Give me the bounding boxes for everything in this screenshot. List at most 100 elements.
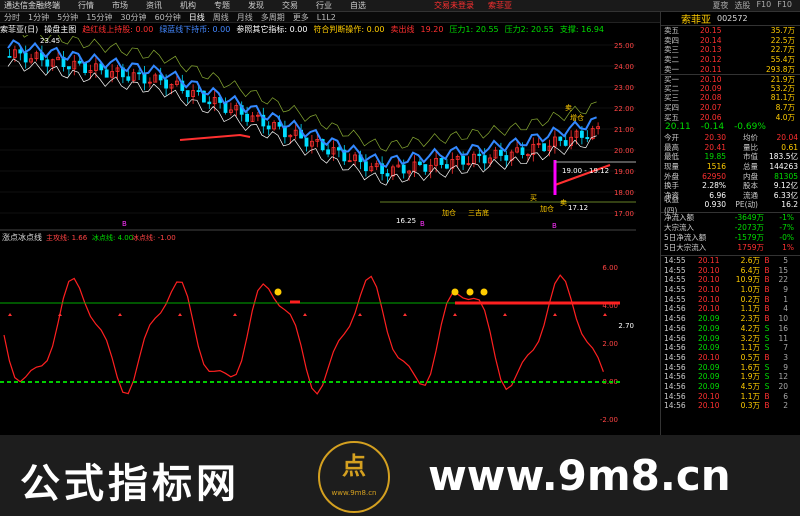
orderbook-row[interactable]: 卖一 20.11 293.8万 — [661, 64, 800, 74]
candle-body — [439, 158, 444, 165]
candle-body — [104, 69, 109, 78]
tick-list[interactable]: 14:55 20.11 2.6万 B 5 14:55 20.10 6.4万 B 15 14:55 20… — [661, 254, 800, 411]
up-arrow-icon — [58, 313, 62, 316]
indicator-s3: 参照其它指标: 0.00 — [236, 25, 308, 34]
sub-indicator-s1: 主攻线: 1.66 — [46, 233, 88, 242]
menu-item-faxian[interactable]: 发现 — [248, 0, 264, 11]
main-indicator-name[interactable]: 操盘主图 — [44, 24, 76, 35]
chart-tag-label: 增仓 — [570, 113, 584, 122]
fund-value: 1759万 — [737, 243, 764, 253]
smiley-icon — [480, 288, 488, 296]
orderbook-price: 20.12 — [700, 55, 722, 65]
sub-indicator-s3: 冰点线: -1.00 — [132, 233, 176, 242]
tick-time: 14:56 — [664, 372, 686, 382]
orderbook-row[interactable]: 买五 20.06 4.0万 — [661, 112, 800, 122]
candle-body — [477, 153, 482, 156]
indicator-s1: 趋红线上持股: 0.00 — [82, 25, 154, 34]
orderbook-price: 20.15 — [700, 26, 722, 36]
stat-value: 6.33亿 — [773, 190, 798, 200]
up-arrow-icon — [453, 313, 457, 316]
tick-time: 14:56 — [664, 314, 686, 324]
chart-marker-label: 卖 — [560, 199, 567, 207]
stat-value: 20.04 — [776, 133, 798, 143]
menu-item-hangye[interactable]: 行业 — [316, 0, 332, 11]
tick-price: 20.09 — [698, 343, 720, 353]
title-right-2[interactable]: 选股 — [734, 0, 750, 11]
tick-time: 14:56 — [664, 381, 686, 391]
indicator-s4: 符合判断操作: 0.00 — [313, 25, 385, 34]
tick-flag: B — [764, 401, 770, 411]
menu-item-zhuanti[interactable]: 专题 — [214, 0, 230, 11]
menu-item-jigou[interactable]: 机构 — [180, 0, 196, 11]
menu-item-zixuan[interactable]: 自选 — [350, 0, 366, 11]
smiley-icon — [466, 288, 474, 296]
up-arrow-icon — [8, 313, 12, 316]
candle-body — [266, 125, 271, 130]
candle-body — [142, 73, 147, 84]
up-arrow-icon — [553, 313, 557, 316]
period-tab-5min[interactable]: 5分钟 — [57, 12, 78, 23]
title-right-4[interactable]: F10 — [777, 0, 792, 11]
stat-value: 1516 — [706, 162, 726, 172]
chart-marker-label: 加仓 — [540, 204, 554, 213]
orderbook-price: 20.13 — [700, 45, 722, 55]
candle-body — [126, 76, 131, 81]
tick-count: 9 — [783, 285, 788, 295]
fund-pct: 1% — [782, 243, 794, 253]
period-tab-15min[interactable]: 15分钟 — [86, 12, 112, 23]
title-right-1[interactable]: 夏夜 — [712, 0, 728, 11]
tick-count: 7 — [783, 343, 788, 353]
tick-price: 20.10 — [698, 294, 720, 304]
login-notice[interactable]: 交易未登录 — [434, 0, 474, 11]
price-change: -0.14 — [700, 122, 725, 133]
candle-body — [504, 155, 509, 161]
up-arrow-icon — [603, 313, 607, 316]
period-tab-day[interactable]: 日线 — [189, 12, 205, 23]
title-right-3[interactable]: F10 — [756, 0, 771, 11]
period-tab-multi[interactable]: 多周期 — [261, 12, 285, 23]
kline-chart[interactable]: 涨点冰点线 主攻线: 1.66 冰点线: 4.00 冰点线: -1.00 25.… — [0, 35, 636, 435]
orderbook-level: 买五 — [664, 112, 679, 122]
buy-signal-label: B — [420, 220, 425, 228]
tick-time: 14:56 — [664, 352, 686, 362]
sub-oscillator-line — [3, 274, 604, 395]
period-tab-30min[interactable]: 30分钟 — [120, 12, 146, 23]
tick-price: 20.09 — [698, 381, 720, 391]
price-change-pct: -0.69% — [734, 122, 766, 133]
high-price-annotation: 23.45 — [40, 37, 60, 45]
menu-item-hangqing[interactable]: 行情 — [78, 0, 94, 11]
tick-volume: 0.3万 — [740, 401, 760, 411]
stat-value: 6.96 — [709, 190, 726, 200]
stat-value: 20.30 — [704, 133, 726, 143]
candle-body — [164, 79, 169, 89]
tick-row: 14:56 20.10 0.3万 B 2 — [661, 401, 800, 411]
candle-body — [23, 52, 28, 63]
period-tab-60min[interactable]: 60分钟 — [155, 12, 181, 23]
tick-count: 12 — [778, 372, 788, 382]
indicator-infobar: 索菲亚(日) 操盘主图 趋红线上持股: 0.00 绿蓝线下持币: 0.00 参照… — [0, 24, 636, 35]
low-annotation: 17.12 — [568, 204, 588, 212]
menu-item-zixun[interactable]: 资讯 — [146, 0, 162, 11]
fund-pct: -1% — [779, 213, 794, 223]
period-tab-more[interactable]: 更多 — [293, 12, 309, 23]
title-bar: 通达信金融终端 行情 市场 资讯 机构 专题 发现 交易 行业 自选 交易未登录… — [0, 0, 800, 12]
price-axis-label: 21.00 — [614, 126, 634, 134]
period-tab-1min[interactable]: 1分钟 — [28, 12, 49, 23]
period-tab-month[interactable]: 月线 — [237, 12, 253, 23]
menu-item-jiaoyi[interactable]: 交易 — [282, 0, 298, 11]
orderbook-price: 20.14 — [700, 35, 722, 45]
candle-body — [520, 147, 525, 155]
orderbook-price: 20.09 — [700, 83, 722, 93]
period-tab-fenshi[interactable]: 分时 — [4, 12, 20, 23]
tick-price: 20.09 — [698, 323, 720, 333]
candle-body — [83, 62, 87, 73]
stat-value: 144263 — [769, 162, 798, 172]
candle-body — [542, 143, 546, 152]
menu-item-shichang[interactable]: 市场 — [112, 0, 128, 11]
stat-value: 183.5亿 — [769, 152, 798, 162]
period-tab-week[interactable]: 周线 — [213, 12, 229, 23]
stock-name: 索菲亚 — [681, 15, 711, 26]
tick-time: 14:56 — [664, 333, 686, 343]
tick-count: 4 — [783, 304, 788, 314]
tick-time: 14:55 — [664, 265, 686, 275]
